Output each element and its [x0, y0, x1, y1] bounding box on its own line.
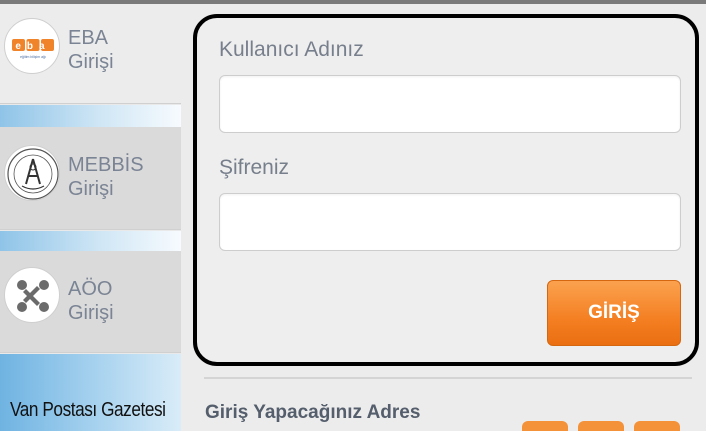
sidebar-item-aoo[interactable]: AÖO Girişi	[0, 251, 181, 353]
address-section-title: Giriş Yapacağınız Adres	[205, 402, 421, 423]
sidebar: eba eğitim bilişim ağı EBA Girişi MEBBİS…	[0, 4, 181, 431]
meb-emblem-icon	[4, 145, 60, 201]
address-option-button[interactable]	[634, 421, 680, 431]
address-option-button[interactable]	[522, 421, 568, 431]
login-panel: Kullanıcı Adınız Şifreniz GİRİŞ	[193, 14, 699, 366]
sidebar-item-mebbis[interactable]: MEBBİS Girişi	[0, 127, 181, 230]
password-input[interactable]	[219, 193, 681, 251]
username-input[interactable]	[219, 75, 681, 133]
sidebar-separator	[0, 231, 181, 251]
address-option-button[interactable]	[578, 421, 624, 431]
username-label: Kullanıcı Adınız	[219, 38, 364, 61]
aoo-logo-icon	[4, 267, 60, 323]
eba-logo-icon: eba eğitim bilişim ağı	[4, 18, 60, 74]
watermark-text: Van Postası Gazetesi	[10, 399, 166, 421]
sidebar-item-label: MEBBİS Girişi	[68, 154, 144, 200]
section-divider	[204, 377, 692, 379]
sidebar-item-label: AÖO Girişi	[68, 278, 114, 324]
login-button[interactable]: GİRİŞ	[547, 280, 681, 346]
eba-logo-subtext: eğitim bilişim ağı	[20, 55, 46, 59]
sidebar-separator	[0, 105, 181, 127]
eba-logo-text: eba	[15, 41, 50, 52]
sidebar-item-label: EBA Girişi	[68, 27, 114, 73]
sidebar-item-eba[interactable]: eba eğitim bilişim ağı EBA Girişi	[0, 4, 181, 104]
password-label: Şifreniz	[219, 156, 290, 179]
